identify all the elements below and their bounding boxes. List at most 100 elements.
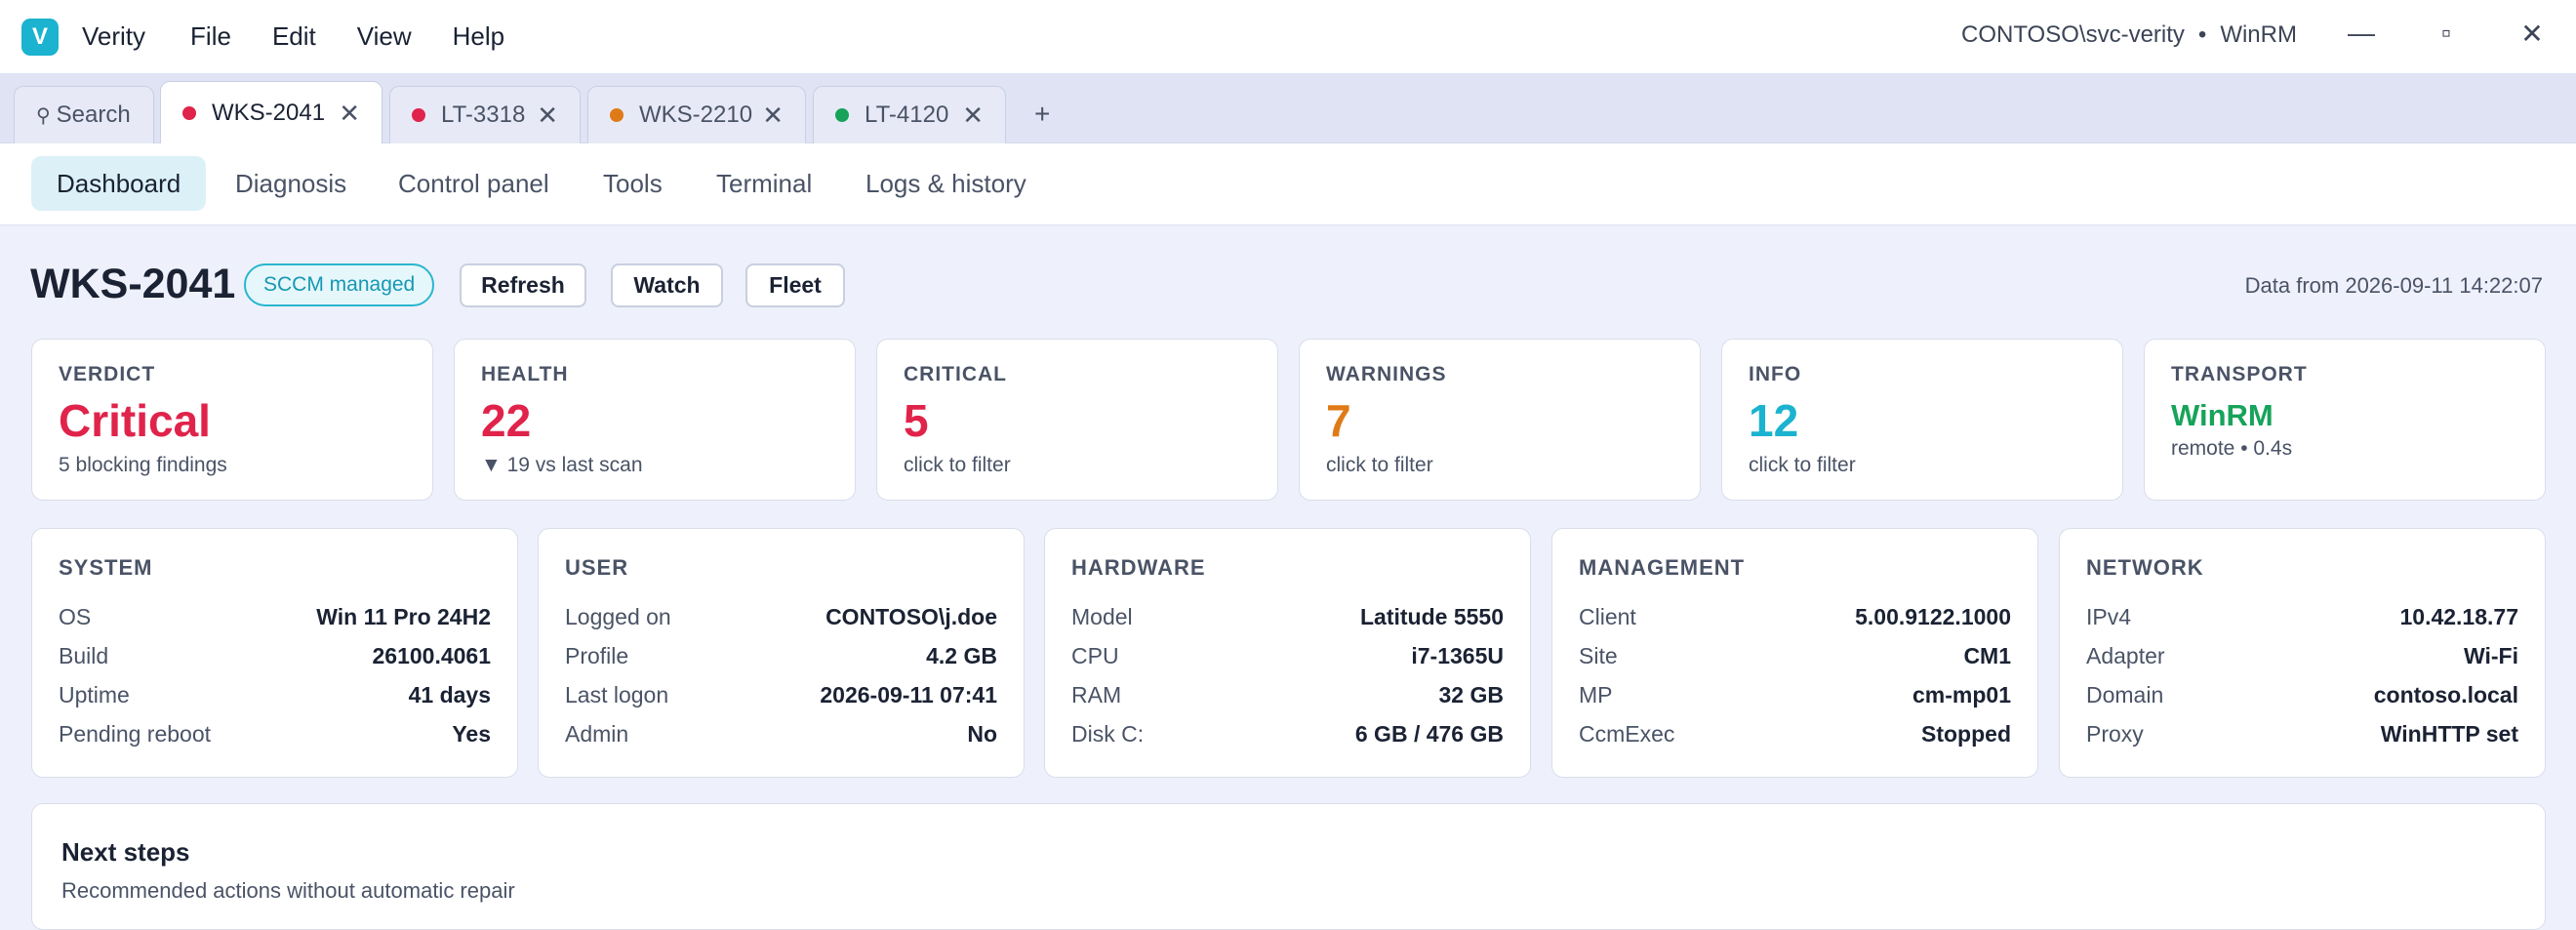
data-timestamp: Data from 2026-09-11 14:22:07 [2244, 273, 2543, 298]
info-row: MP cm-mp01 [1579, 682, 2011, 708]
info-card-title: USER [565, 555, 629, 580]
subtab-diagnosis[interactable]: Diagnosis [210, 156, 372, 211]
subtab-tools[interactable]: Tools [578, 156, 688, 211]
info-value: WinHTTP set [2380, 721, 2518, 747]
tab-close-icon[interactable]: ✕ [762, 101, 784, 131]
title-bar: V Verity File Edit View Help CONTOSO\svc… [0, 0, 2576, 73]
tab-lt-3318[interactable]: LT-3318 ✕ [389, 86, 581, 143]
info-value: contoso.local [2373, 682, 2518, 708]
info-value: CONTOSO\j.doe [825, 604, 997, 629]
info-key: CPU [1071, 643, 1119, 668]
info-value: Win 11 Pro 24H2 [316, 604, 491, 629]
menu-bar: File Edit View Help [190, 21, 545, 52]
info-value: 4.2 GB [926, 643, 997, 668]
tab-wks-2041[interactable]: WKS-2041 ✕ [160, 81, 382, 144]
menu-file[interactable]: File [190, 21, 231, 52]
sccm-badge: SCCM managed [244, 263, 435, 306]
info-key: RAM [1071, 682, 1122, 708]
info-row: Uptime 41 days [59, 682, 491, 708]
tab-search[interactable]: ⚲ Search [14, 86, 154, 143]
subtab-control-panel[interactable]: Control panel [373, 156, 575, 211]
info-key: CcmExec [1579, 721, 1675, 747]
stat-label: HEALTH [481, 363, 569, 385]
info-value: 5.00.9122.1000 [1855, 604, 2011, 629]
info-card-title: SYSTEM [59, 555, 153, 580]
tab-close-icon[interactable]: ✕ [537, 101, 558, 131]
info-value: CM1 [1963, 643, 2011, 668]
tab-label: WKS-2041 [212, 100, 326, 126]
tab-label: WKS-2210 [639, 101, 753, 128]
tab-lt-4120[interactable]: LT-4120 ✕ [813, 86, 1006, 143]
info-value: cm-mp01 [1912, 682, 2011, 708]
stat-value: 5 [904, 395, 929, 446]
connection-account: CONTOSO\svc-verity [1961, 21, 2185, 48]
fleet-button[interactable]: Fleet [745, 263, 845, 307]
info-card-management: MANAGEMENT Client 5.00.9122.1000 Site CM1 … [1551, 528, 2038, 778]
tab-close-icon[interactable]: ✕ [339, 99, 360, 129]
info-value: 32 GB [1438, 682, 1504, 708]
info-row: Proxy WinHTTP set [2086, 721, 2518, 748]
info-row: Client 5.00.9122.1000 [1579, 604, 2011, 630]
menu-help[interactable]: Help [453, 21, 504, 52]
tab-label: LT-3318 [441, 101, 526, 128]
info-key: Site [1579, 643, 1618, 668]
info-value: No [967, 721, 997, 747]
maximize-icon[interactable]: ▫ [2427, 18, 2466, 49]
info-row: RAM 32 GB [1071, 682, 1504, 708]
info-key: Proxy [2086, 721, 2144, 747]
info-key: Domain [2086, 682, 2164, 708]
info-key: OS [59, 604, 92, 629]
add-tab-icon[interactable]: + [1034, 99, 1050, 130]
subtab-terminal[interactable]: Terminal [691, 156, 837, 211]
menu-edit[interactable]: Edit [272, 21, 316, 52]
connection-transport: WinRM [2220, 21, 2297, 48]
info-key: Build [59, 643, 109, 668]
info-row: Profile 4.2 GB [565, 643, 997, 669]
info-card-title: HARDWARE [1071, 555, 1206, 580]
stat-sub: click to filter [1326, 454, 1433, 476]
refresh-button[interactable]: Refresh [460, 263, 586, 307]
info-row: Last logon 2026-09-11 07:41 [565, 682, 997, 708]
subtab-dashboard[interactable]: Dashboard [31, 156, 207, 211]
stat-sub: remote • 0.4s [2171, 437, 2293, 460]
info-key: Admin [565, 721, 629, 747]
info-key: Model [1071, 604, 1133, 629]
info-key: Last logon [565, 682, 669, 708]
stat-value: 22 [481, 395, 532, 446]
watch-button[interactable]: Watch [611, 263, 723, 307]
stat-sub: click to filter [904, 454, 1011, 476]
close-icon[interactable]: ✕ [2513, 18, 2552, 50]
stat-card-critical[interactable]: CRITICAL 5 click to filter [876, 339, 1278, 501]
stat-value: WinRM [2171, 398, 2274, 432]
connection-info: CONTOSO\svc-verity • WinRM [1961, 21, 2297, 49]
stat-card-warnings[interactable]: WARNINGS 7 click to filter [1299, 339, 1701, 501]
status-dot-ok [835, 108, 849, 122]
stat-card-info[interactable]: INFO 12 click to filter [1721, 339, 2123, 501]
stat-label: INFO [1749, 363, 1802, 385]
tab-label: Search [56, 101, 131, 128]
info-key: Client [1579, 604, 1636, 629]
info-card-user: USER Logged on CONTOSO\j.doe Profile 4.2 G… [538, 528, 1025, 778]
tab-close-icon[interactable]: ✕ [962, 101, 984, 131]
info-row: Site CM1 [1579, 643, 2011, 669]
minimize-icon[interactable]: — [2342, 18, 2381, 49]
info-key: IPv4 [2086, 604, 2132, 629]
stat-sub: 5 blocking findings [59, 454, 227, 476]
info-key: Logged on [565, 604, 671, 629]
info-row: Domain contoso.local [2086, 682, 2518, 708]
info-value: Latitude 5550 [1360, 604, 1504, 629]
menu-view[interactable]: View [357, 21, 412, 52]
subtab-logs-history[interactable]: Logs & history [840, 156, 1052, 211]
info-row: CcmExec Stopped [1579, 721, 2011, 748]
stat-label: VERDICT [59, 363, 156, 385]
tab-wks-2210[interactable]: WKS-2210 ✕ [587, 86, 806, 143]
info-value: Stopped [1921, 721, 2011, 747]
info-key: Adapter [2086, 643, 2165, 668]
next-steps-title: Next steps [61, 837, 190, 867]
next-steps-panel: Next steps Recommended actions without a… [31, 803, 2546, 930]
stat-card-transport: TRANSPORT WinRM remote • 0.4s [2144, 339, 2546, 501]
info-row: Disk C: 6 GB / 476 GB [1071, 721, 1504, 748]
stat-card-health: HEALTH 22 ▼ 19 vs last scan [454, 339, 856, 501]
stat-label: CRITICAL [904, 363, 1007, 385]
app-name: Verity [82, 21, 146, 51]
